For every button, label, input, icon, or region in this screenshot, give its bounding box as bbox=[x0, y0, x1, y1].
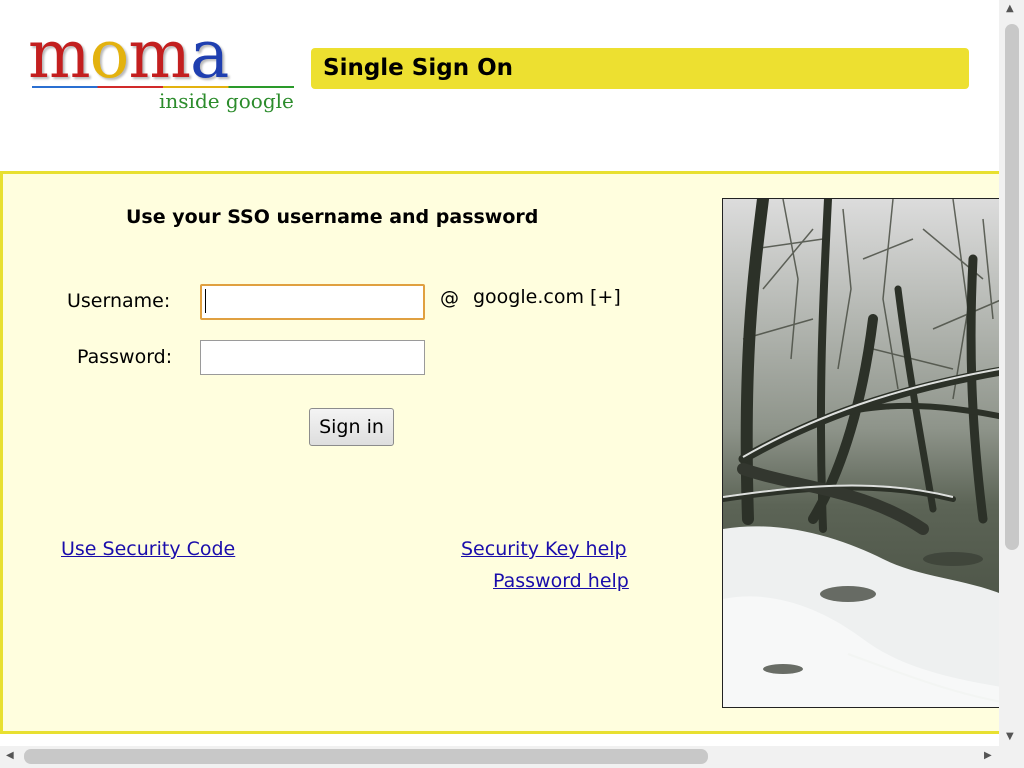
logo-letter: m bbox=[128, 16, 191, 93]
username-label: Username: bbox=[67, 290, 171, 312]
logo-letter: a bbox=[189, 16, 229, 93]
at-sign: @ bbox=[440, 287, 459, 309]
use-security-code-link[interactable]: Use Security Code bbox=[61, 538, 235, 560]
username-input[interactable] bbox=[200, 284, 425, 320]
sign-in-button[interactable]: Sign in bbox=[309, 408, 394, 446]
text-caret bbox=[205, 289, 206, 313]
scroll-right-icon[interactable]: ▶ bbox=[984, 751, 992, 761]
security-key-help-link[interactable]: Security Key help bbox=[461, 538, 627, 560]
password-help-link[interactable]: Password help bbox=[493, 570, 629, 592]
logo-subtitle: inside google bbox=[159, 89, 294, 113]
vertical-scroll-thumb[interactable] bbox=[1005, 24, 1019, 550]
logo-letter: m bbox=[28, 16, 91, 93]
scroll-up-icon[interactable]: ▲ bbox=[1006, 4, 1014, 14]
logo-underline bbox=[32, 86, 294, 88]
moma-logo: moma inside google bbox=[28, 22, 298, 122]
forest-image bbox=[723, 199, 1011, 707]
login-heading: Use your SSO username and password bbox=[126, 206, 539, 228]
snowy-forest-photo bbox=[722, 198, 1012, 708]
domain-selector[interactable]: google.com [+] bbox=[473, 286, 621, 308]
scroll-down-icon[interactable]: ▼ bbox=[1006, 732, 1014, 742]
password-input[interactable] bbox=[200, 340, 425, 375]
logo-wordmark: moma bbox=[28, 16, 229, 93]
scroll-left-icon[interactable]: ◀ bbox=[6, 751, 14, 761]
password-label: Password: bbox=[77, 346, 173, 368]
logo-letter: o bbox=[89, 16, 130, 93]
horizontal-scroll-thumb[interactable] bbox=[24, 749, 708, 764]
page-title: Single Sign On bbox=[311, 48, 969, 89]
